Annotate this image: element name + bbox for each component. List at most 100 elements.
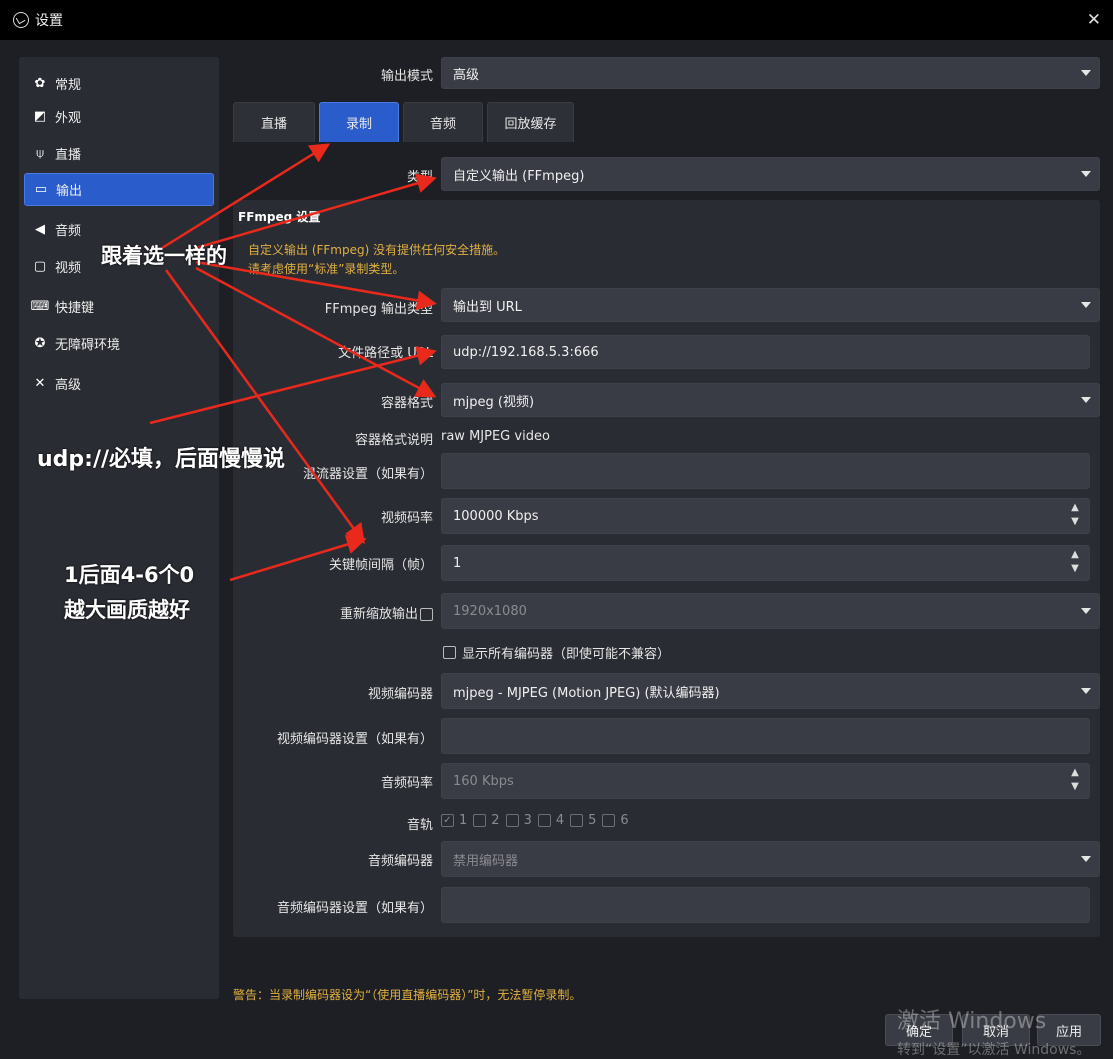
annotation-zeros-line1: 1后面4-6个0 [64,563,195,587]
keyframe-stepper[interactable]: ▲ ▼ [1065,548,1085,576]
pause-recording-warning: 警告：当录制编码器设为“（使用直播编码器）”时，无法暂停录制。 [233,988,582,1002]
settings-sidebar: ✿ 常规 ◩ 外观 ⍦ 直播 ▭ 输出 ◀ 音频 ▢ 视频 ⌨ 快捷键 ✪ 无障… [19,57,219,999]
audio-encoder-settings-input[interactable] [441,887,1090,923]
video-bitrate-input[interactable]: 100000 Kbps ▲ ▼ [441,498,1090,534]
ffmpeg-output-type-select[interactable]: 输出到 URL [441,288,1100,322]
sidebar-item-hotkeys[interactable]: ⌨ 快捷键 [24,290,214,323]
track-4[interactable]: 4 [537,813,565,828]
chevron-down-icon[interactable]: ▼ [1071,562,1079,576]
broadcast-icon: ⍦ [36,146,44,161]
chevron-up-icon[interactable]: ▲ [1071,501,1079,515]
chevron-down-icon[interactable]: ▼ [1071,515,1079,529]
track-checkbox[interactable] [537,814,551,827]
output-mode-label: 输出模式 [380,69,433,84]
video-encoder-select[interactable]: mjpeg - MJPEG (Motion JPEG) (默认编码器) [441,673,1100,709]
tab-recording[interactable]: 录制 [319,102,399,142]
sidebar-item-label: 输出 [56,184,83,199]
track-3[interactable]: 3 [505,813,532,828]
keyframe-interval-input[interactable]: 1 ▲ ▼ [441,545,1090,581]
track-checkbox[interactable] [602,814,616,827]
recording-type-select[interactable]: 自定义输出 (FFmpeg) [441,157,1100,191]
output-tabs: 直播 录制 音频 回放缓存 [233,102,578,142]
video-encoder-settings-input[interactable] [441,718,1090,754]
video-encoder-settings-label: 视频编码器设置（如果有） [276,732,433,747]
sidebar-item-label: 外观 [55,111,82,126]
annotation-same-selection: 跟着选一样的 [101,244,227,268]
file-path-label: 文件路径或 URL [338,346,433,361]
container-desc-value: raw MJPEG video [441,429,550,444]
sidebar-item-label: 高级 [55,378,82,393]
chevron-down-icon [1081,608,1091,614]
output-mode-select[interactable]: 高级 [441,57,1100,89]
tab-audio[interactable]: 音频 [403,102,483,142]
obs-logo-icon [13,12,29,28]
output-icon: ▭ [34,182,48,197]
sidebar-item-output[interactable]: ▭ 输出 [24,173,214,206]
track-checkbox[interactable] [505,814,519,827]
muxer-settings-input[interactable] [441,453,1090,489]
window-title: 设置 [35,13,63,29]
chevron-down-icon [1081,856,1091,862]
rescale-output-checkbox[interactable] [420,608,433,621]
container-format-label: 容器格式 [380,396,433,411]
sidebar-item-appearance[interactable]: ◩ 外观 [24,100,214,133]
rescale-resolution-select[interactable]: 1920x1080 [441,593,1100,629]
container-format-value: mjpeg (视频) [453,394,535,410]
video-bitrate-stepper[interactable]: ▲ ▼ [1065,501,1085,529]
activate-windows-watermark: 激活 Windows [897,1009,1047,1034]
sidebar-item-advanced[interactable]: ✕ 高级 [24,367,214,400]
type-label: 类型 [406,170,433,185]
rescale-output-label: 重新缩放输出 [233,603,433,622]
gear-icon: ✿ [34,76,46,91]
sidebar-item-general[interactable]: ✿ 常规 [24,67,214,100]
chevron-up-icon[interactable]: ▲ [1071,548,1079,562]
close-icon[interactable]: ✕ [1087,10,1101,30]
track-1[interactable]: ✓ 1 [441,813,467,828]
sidebar-item-label: 直播 [55,148,82,163]
track-5[interactable]: 5 [570,813,596,828]
chevron-down-icon[interactable]: ▼ [1071,780,1079,794]
check-icon[interactable]: ✓ [441,814,454,827]
track-checkbox[interactable] [570,814,584,827]
tab-stream[interactable]: 直播 [233,102,315,142]
file-path-input[interactable]: udp://192.168.5.3:666 [441,335,1090,369]
chevron-down-icon [1081,688,1091,694]
sidebar-item-label: 音频 [55,224,82,239]
track-checkbox[interactable] [473,814,487,827]
audio-bitrate-input[interactable]: 160 Kbps ▲ ▼ [441,763,1090,799]
audio-encoder-settings-label: 音频编码器设置（如果有） [276,901,433,916]
keyboard-icon: ⌨ [30,299,50,314]
audio-bitrate-value: 160 Kbps [453,773,514,789]
track-label: 1 [459,813,468,828]
audio-encoder-select[interactable]: 禁用编码器 [441,841,1100,877]
ffmpeg-output-type-label: FFmpeg 输出类型 [324,302,433,317]
sidebar-item-label: 常规 [55,78,82,93]
monitor-icon: ▢ [33,259,47,274]
track-6[interactable]: 6 [602,813,629,828]
rescale-output-text: 重新缩放输出 [339,607,418,622]
recording-type-value: 自定义输出 (FFmpeg) [453,168,585,184]
ffmpeg-section-title: FFmpeg 设置 [238,210,321,224]
sidebar-item-stream[interactable]: ⍦ 直播 [24,137,214,170]
audio-tracks-label: 音轨 [406,818,433,833]
show-all-encoders-checkbox[interactable] [443,646,456,659]
activate-windows-hint: 转到“设置”以激活 Windows。 [897,1042,1091,1058]
track-label: 4 [555,813,565,828]
chevron-up-icon[interactable]: ▲ [1071,766,1079,780]
sidebar-item-label: 快捷键 [55,301,95,316]
track-label: 6 [620,813,629,828]
track-label: 2 [491,813,500,828]
audio-tracks: ✓ 1 2 3 4 5 6 [441,813,635,828]
video-encoder-label: 视频编码器 [367,687,433,702]
title-bar: 设置 ✕ [0,0,1113,40]
container-format-select[interactable]: mjpeg (视频) [441,383,1100,417]
annotation-zeros-line2: 越大画质越好 [64,598,190,622]
track-2[interactable]: 2 [473,813,500,828]
video-encoder-value: mjpeg - MJPEG (Motion JPEG) (默认编码器) [453,685,720,701]
output-mode-value: 高级 [453,67,480,83]
show-all-encoders-option[interactable]: 显示所有编码器（即使可能不兼容） [443,643,670,662]
audio-bitrate-stepper[interactable]: ▲ ▼ [1065,766,1085,794]
tab-replay-buffer[interactable]: 回放缓存 [487,102,574,142]
sidebar-item-accessibility[interactable]: ✪ 无障碍环境 [24,327,214,360]
appearance-icon: ◩ [33,109,47,124]
